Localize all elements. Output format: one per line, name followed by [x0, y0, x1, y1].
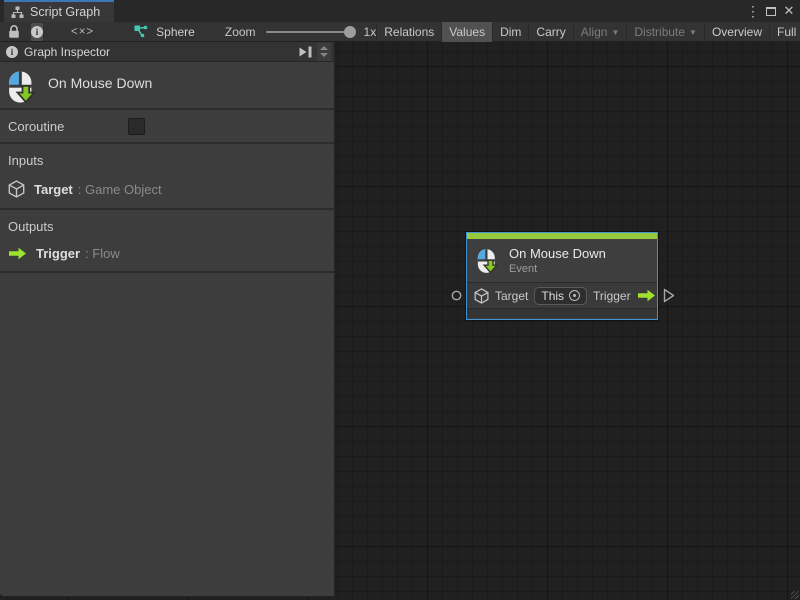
- edit-script-icon[interactable]: <×>: [71, 26, 94, 38]
- graph-inspector-title: Graph Inspector: [24, 45, 298, 59]
- coroutine-checkbox[interactable]: [128, 118, 145, 135]
- zoom-slider-handle[interactable]: [344, 26, 356, 38]
- maximize-icon: [766, 7, 776, 16]
- zoom-label: Zoom: [225, 25, 256, 39]
- script-graph-icon: [11, 6, 24, 19]
- node-ports-row: Target This Trigger: [467, 282, 657, 308]
- coroutine-row: Coroutine: [0, 110, 334, 144]
- outputs-title: Outputs: [8, 219, 326, 234]
- window-controls: ⋮ ✕: [744, 0, 798, 22]
- output-edge-port[interactable]: [663, 288, 675, 303]
- mouse-down-icon: [477, 248, 499, 274]
- window-tab-strip: Script Graph ⋮ ✕: [0, 0, 800, 22]
- port-type: : Flow: [85, 246, 120, 261]
- graph-inspector-panel: i Graph Inspector On Mouse Down Corouti: [0, 42, 335, 597]
- port-name: Target: [34, 182, 73, 197]
- overview-button[interactable]: Overview: [704, 22, 769, 42]
- inputs-title: Inputs: [8, 153, 326, 168]
- window-menu-button[interactable]: ⋮: [744, 1, 762, 21]
- flow-arrow-icon: [8, 247, 27, 260]
- cube-icon: [474, 288, 489, 304]
- input-edge-port[interactable]: [451, 290, 462, 301]
- zoom-control: Zoom 1x: [225, 25, 376, 39]
- chevron-down-icon: ▼: [611, 28, 619, 37]
- resize-grip[interactable]: [791, 591, 799, 599]
- lock-icon[interactable]: [7, 24, 21, 39]
- carry-button[interactable]: Carry: [528, 22, 572, 42]
- target-value-dropdown[interactable]: This: [534, 287, 587, 305]
- inputs-section: Inputs Target : Game Object: [0, 144, 334, 210]
- graph-inspector-header: i Graph Inspector: [0, 42, 334, 62]
- unity-script-graph-window: { "window": { "tab_title": "Script Graph…: [0, 0, 800, 600]
- arrow-down-icon: [320, 53, 328, 57]
- graph-owner[interactable]: Sphere: [134, 25, 195, 39]
- inspected-event-title: On Mouse Down: [48, 75, 152, 108]
- full-screen-button[interactable]: Full Screen: [769, 22, 800, 42]
- distribute-dropdown[interactable]: Distribute ▼: [626, 22, 704, 42]
- flow-arrow-icon[interactable]: [637, 289, 656, 302]
- trigger-port-label: Trigger: [593, 289, 631, 303]
- outputs-section: Outputs Trigger : Flow: [0, 210, 334, 273]
- input-row-target: Target : Game Object: [8, 180, 326, 198]
- zoom-value: 1x: [364, 25, 377, 39]
- values-button[interactable]: Values: [441, 22, 492, 42]
- inspected-event-section: On Mouse Down: [0, 62, 334, 110]
- graph-inspector-toggle-button[interactable]: i: [31, 23, 43, 41]
- node-on-mouse-down[interactable]: On Mouse Down Event Target This Trigger: [466, 232, 658, 320]
- target-port-label: Target: [495, 289, 528, 303]
- chevron-down-icon: ▼: [689, 28, 697, 37]
- align-dropdown[interactable]: Align ▼: [573, 22, 627, 42]
- collapse-panel-icon[interactable]: [298, 45, 313, 59]
- cube-icon: [8, 180, 25, 198]
- node-subtitle: Event: [509, 263, 606, 275]
- relations-button[interactable]: Relations: [376, 22, 441, 42]
- tab-title: Script Graph: [30, 5, 100, 19]
- arrow-up-icon: [320, 46, 328, 50]
- info-icon: i: [6, 46, 18, 58]
- flow-graph-icon: [134, 25, 148, 38]
- coroutine-label: Coroutine: [8, 119, 64, 134]
- node-footer: [467, 308, 657, 318]
- port-name: Trigger: [36, 246, 80, 261]
- output-row-trigger: Trigger : Flow: [8, 246, 326, 261]
- info-icon: i: [31, 26, 43, 38]
- port-type: : Game Object: [78, 182, 162, 197]
- toolbar-buttons: Relations Values Dim Carry Align ▼ Distr…: [376, 22, 800, 42]
- graph-toolbar: i <×> Sphere Zoom 1x Relations Values Di…: [0, 22, 800, 42]
- mouse-down-icon: [8, 70, 37, 108]
- node-header[interactable]: On Mouse Down Event: [467, 239, 657, 282]
- object-picker-icon[interactable]: [569, 290, 580, 301]
- graph-owner-name: Sphere: [156, 25, 195, 39]
- maximize-button[interactable]: [762, 1, 780, 21]
- close-button[interactable]: ✕: [780, 1, 798, 21]
- dim-button[interactable]: Dim: [492, 22, 528, 42]
- zoom-slider[interactable]: [266, 31, 352, 33]
- node-header-text: On Mouse Down Event: [509, 246, 606, 275]
- panel-scroller[interactable]: [317, 43, 331, 61]
- tab-script-graph[interactable]: Script Graph: [4, 0, 114, 22]
- node-title: On Mouse Down: [509, 246, 606, 261]
